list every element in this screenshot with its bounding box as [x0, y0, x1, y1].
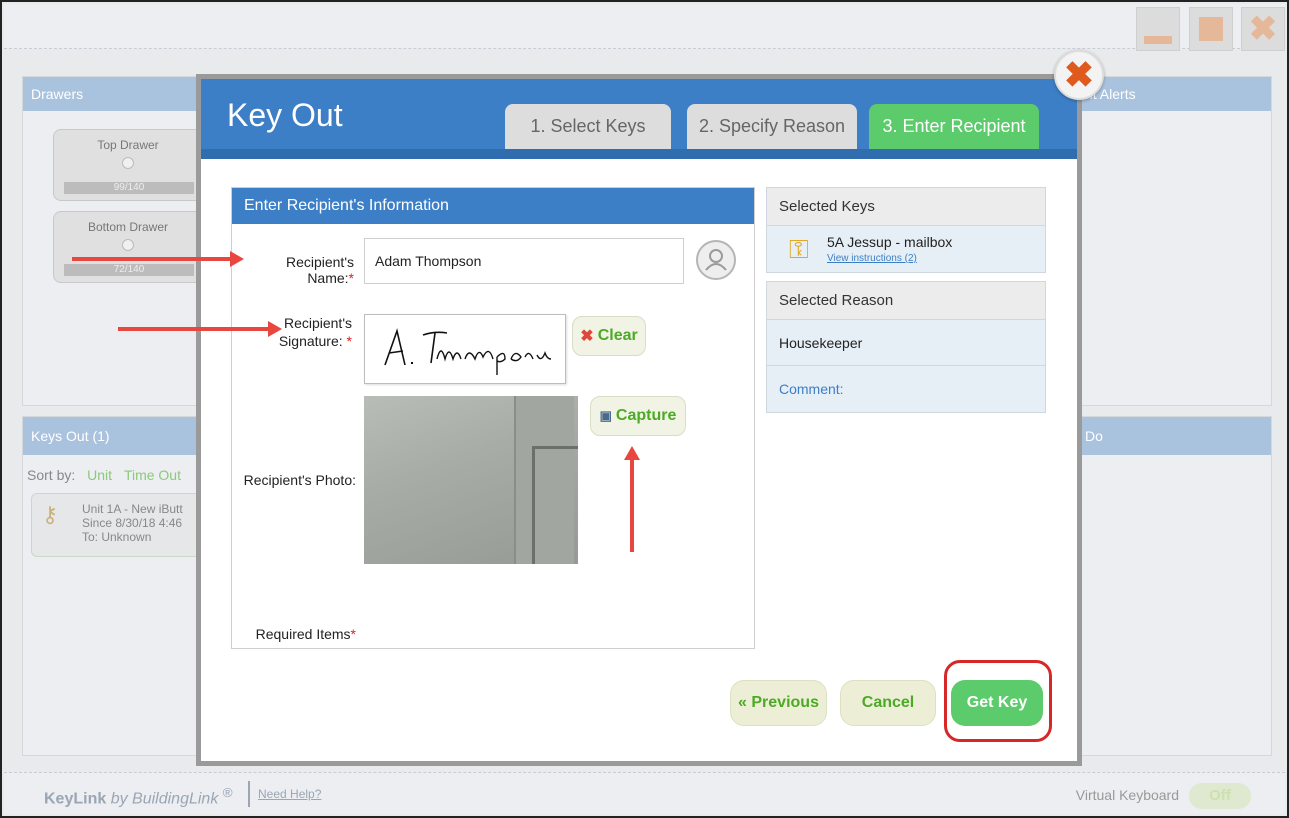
selected-reason-panel: Selected Reason Housekeeper Comment:	[766, 281, 1046, 413]
maximize-button[interactable]	[1189, 7, 1233, 51]
close-icon: ✖	[1248, 10, 1278, 48]
top-bar	[4, 4, 1285, 49]
cancel-button[interactable]: Cancel	[840, 680, 936, 726]
dialog-title: Key Out	[227, 97, 343, 133]
signature-label: Recipient's Signature: *	[252, 314, 352, 350]
drawer-status-dot	[122, 239, 134, 251]
recipient-photo	[364, 396, 578, 564]
selected-keys-title: Selected Keys	[767, 188, 1045, 226]
clear-label: Clear	[597, 327, 638, 344]
selected-keys-panel: Selected Keys ⚿ 5A Jessup - mailbox View…	[766, 187, 1046, 273]
close-dialog-button[interactable]: ✖	[1054, 50, 1104, 100]
signature-label-line2: Signature:	[278, 333, 343, 349]
todo-panel-title: Do	[1073, 417, 1271, 455]
required-items-label: Required Items*	[242, 626, 356, 642]
drawer-top[interactable]: Top Drawer 99/140	[53, 129, 203, 201]
brand-name: KeyLink	[44, 790, 107, 808]
reason-value: Housekeeper	[767, 320, 1045, 366]
drawer-status-dot	[122, 157, 134, 169]
user-icon	[705, 249, 727, 271]
annotation-arrow-signature	[118, 321, 282, 337]
key-icon: ⚿	[789, 234, 809, 264]
key-return-icon: ⚷	[42, 502, 59, 527]
recipient-name-input[interactable]	[364, 238, 684, 284]
need-help-link[interactable]: Need Help?	[248, 781, 321, 807]
todo-panel: Do	[1072, 416, 1272, 756]
clear-x-icon: ✖	[580, 328, 594, 345]
virtual-keyboard-toggle[interactable]: Off	[1189, 783, 1251, 809]
view-instructions-link[interactable]: View instructions (2)	[827, 253, 917, 264]
name-label-text: Recipient's Name:	[285, 254, 354, 286]
sort-unit-link[interactable]: Unit	[87, 467, 112, 483]
brand-reg: ®	[222, 785, 233, 800]
required-items-text: Required Items	[255, 626, 351, 642]
capture-photo-button[interactable]: ▣ Capture	[590, 396, 686, 436]
footer: KeyLink by BuildingLink ® Need Help? Vir…	[4, 772, 1285, 814]
recipient-form: Enter Recipient's Information Recipient'…	[231, 187, 755, 649]
key-name: 5A Jessup - mailbox	[827, 234, 953, 250]
signature-drawing	[384, 328, 552, 375]
maximize-icon	[1199, 17, 1223, 41]
annotation-arrow-name	[72, 251, 244, 267]
dialog-header: Key Out 1. Select Keys 2. Specify Reason…	[201, 79, 1077, 159]
virtual-keyboard-label: Virtual Keyboard	[1075, 787, 1179, 803]
sort-label: Sort by:	[27, 467, 76, 483]
photo-label: Recipient's Photo:	[243, 472, 356, 488]
close-icon: ✖	[1063, 54, 1095, 95]
required-mark: *	[348, 270, 354, 286]
minimize-button[interactable]	[1136, 7, 1180, 51]
get-key-highlight	[944, 660, 1052, 742]
name-label: Recipient's Name:*	[242, 254, 354, 286]
avatar-button[interactable]	[696, 240, 736, 280]
drawer-count-bar: 99/140	[64, 182, 194, 194]
drawer-count-bar: 72/140	[64, 264, 194, 276]
comment-label[interactable]: Comment:	[767, 366, 1045, 412]
drawer-name: Top Drawer	[97, 138, 159, 152]
sort-time-link[interactable]: Time Out	[124, 467, 181, 483]
required-mark: *	[350, 626, 356, 642]
sort-row: Sort by: Unit Time Out	[27, 467, 181, 483]
selected-key-row: ⚿ 5A Jessup - mailbox View instructions …	[767, 226, 1045, 272]
camera-icon: ▣	[599, 408, 612, 423]
alerts-panel: nt Alerts	[1072, 76, 1272, 406]
clear-signature-button[interactable]: ✖ Clear	[572, 316, 646, 356]
selected-reason-title: Selected Reason	[767, 282, 1045, 320]
tab-enter-recipient[interactable]: 3. Enter Recipient	[869, 104, 1039, 149]
capture-label: Capture	[615, 407, 677, 424]
photo-door-frame	[532, 446, 578, 564]
annotation-arrow-capture	[624, 446, 640, 552]
brand-by: by BuildingLink	[110, 790, 219, 808]
brand-logo: KeyLink by BuildingLink ®	[44, 785, 233, 808]
tab-select-keys[interactable]: 1. Select Keys	[505, 104, 671, 149]
tab-specify-reason[interactable]: 2. Specify Reason	[687, 104, 857, 149]
minimize-icon	[1144, 36, 1172, 44]
signature-pad[interactable]	[364, 314, 566, 384]
close-window-button[interactable]: ✖	[1241, 7, 1285, 51]
previous-button[interactable]: « Previous	[730, 680, 827, 726]
drawer-bottom[interactable]: Bottom Drawer 72/140	[53, 211, 203, 283]
required-mark: *	[346, 333, 352, 349]
drawer-name: Bottom Drawer	[87, 220, 169, 234]
form-header: Enter Recipient's Information	[232, 188, 754, 224]
